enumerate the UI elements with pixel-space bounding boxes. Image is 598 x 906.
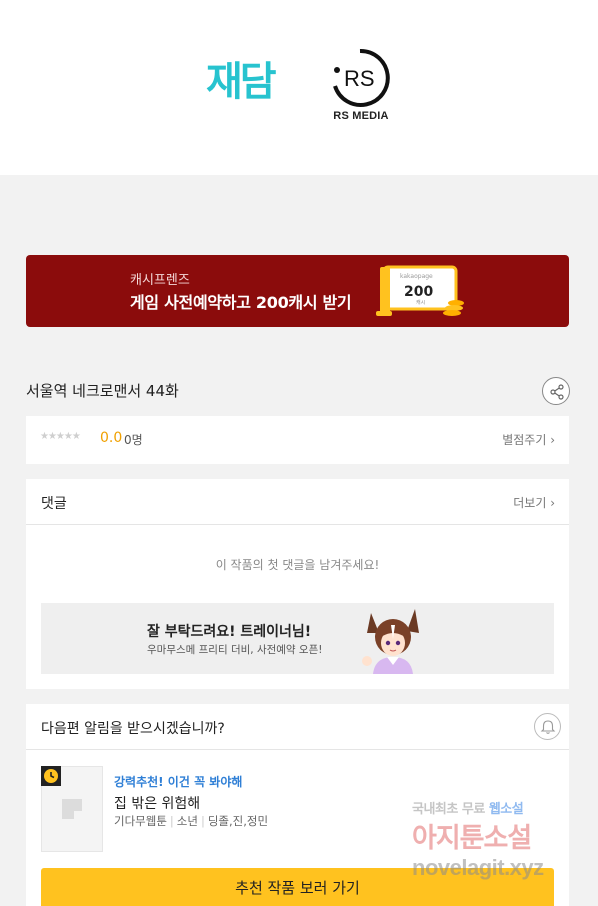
comment-section: 댓글 더보기 › 이 작품의 첫 댓글을 남겨주세요! 잘 부탁드려요! 트레이…: [26, 479, 569, 689]
cash-voucher-icon: kakaopage 200 캐시: [376, 265, 464, 316]
promo-title: 잘 부탁드려요! 트레이너님!: [147, 624, 312, 640]
event-banner[interactable]: 캐시프렌즈 게임 사전예약하고 200캐시 받기 kakaopage 200 캐…: [26, 255, 569, 327]
recommend-title[interactable]: 집 밖은 위험해: [114, 793, 200, 813]
banner-title: 게임 사전예약하고 200캐시 받기: [130, 293, 352, 312]
rate-button[interactable]: 별점주기 ›: [502, 431, 555, 448]
bell-icon: [540, 720, 556, 734]
recommend-label: 강력추천! 이건 꼭 봐야해: [114, 775, 243, 789]
wait-free-clock-icon: [41, 766, 61, 786]
comments-more-link[interactable]: 더보기 ›: [513, 494, 555, 511]
notify-bell-button[interactable]: [534, 713, 561, 740]
share-button[interactable]: [542, 377, 570, 405]
recommend-authors: 딩졸,진,정민: [207, 814, 269, 828]
promo-subtitle: 우마무스메 프리티 더비, 사전예약 오픈!: [147, 644, 323, 656]
rating-stars-icon: ★★★★★: [40, 431, 81, 442]
rating-count: 0명: [124, 433, 143, 447]
comment-header: 댓글 더보기 ›: [26, 479, 569, 525]
header: 재담 RS RS MEDIA: [0, 0, 598, 175]
comment-title: 댓글: [41, 496, 67, 512]
rs-media-logo: RS RS MEDIA: [330, 48, 390, 124]
rs-media-text: RS MEDIA: [333, 110, 389, 122]
recommend-genre: 소년: [176, 814, 198, 828]
notify-title: 다음편 알림을 받으시겠습니까?: [41, 721, 225, 737]
voucher-caption-bottom: 캐시: [416, 299, 425, 306]
voucher-value: 200: [404, 284, 433, 300]
image-placeholder-icon: [62, 799, 82, 819]
voucher-caption-top: kakaopage: [400, 273, 433, 280]
promo-banner[interactable]: 잘 부탁드려요! 트레이너님! 우마무스메 프리티 더비, 사전예약 오픈!: [41, 603, 554, 674]
episode-title: 서울역 네크로맨서 44화: [26, 382, 179, 400]
recommend-cta-button[interactable]: 추천 작품 보러 가기: [41, 868, 554, 906]
recommend-meta: 기다무웹툰 | 소년 | 딩졸,진,정민: [114, 814, 269, 828]
banner-subtitle: 캐시프렌즈: [130, 273, 190, 288]
jaedam-logo: 재담: [206, 59, 277, 105]
notify-header: 다음편 알림을 받으시겠습니까?: [26, 704, 569, 750]
recommend-category: 기다무웹툰: [114, 814, 167, 828]
rating-panel: ★★★★★ 0.0 0명 별점주기 ›: [26, 416, 569, 464]
rating-score: 0.0: [100, 430, 123, 446]
rs-media-mark-icon: RS: [333, 48, 390, 107]
share-icon: [550, 384, 564, 400]
notify-section: 다음편 알림을 받으시겠습니까? 강력추천! 이건 꼭 봐야해 집 밖은 위험해…: [26, 704, 569, 906]
rs-mark-text: RS: [344, 66, 375, 91]
comment-empty-message: 이 작품의 첫 댓글을 남겨주세요!: [215, 558, 380, 572]
horse-girl-character-illustration: [362, 609, 419, 674]
